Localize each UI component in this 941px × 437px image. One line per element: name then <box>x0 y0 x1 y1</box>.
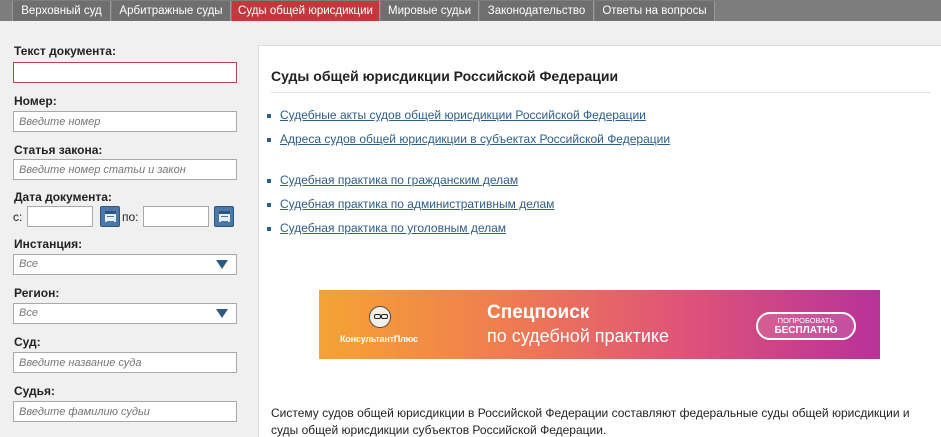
doc-text-label: Текст документа: <box>14 44 116 58</box>
region-select-value: Все <box>19 307 38 319</box>
main-content: Суды общей юрисдикции Российской Федерац… <box>258 45 941 437</box>
region-label: Регион: <box>14 286 60 300</box>
doc-date-label: Дата документа: <box>14 190 112 204</box>
dropdown-arrow-icon <box>216 309 228 318</box>
banner-try-free-button[interactable]: ПОПРОБОВАТЬ БЕСПЛАТНО <box>756 312 856 340</box>
date-from-calendar-button[interactable] <box>100 206 120 227</box>
bullet-icon <box>267 179 271 183</box>
consultant-plus-banner[interactable]: КонсультантПлюс Спецпоиск по судебной пр… <box>319 290 880 359</box>
link-criminal-practice[interactable]: Судебная практика по уголовным делам <box>280 221 506 235</box>
link-civil-practice[interactable]: Судебная практика по гражданским делам <box>280 173 518 187</box>
region-select[interactable]: Все <box>13 303 237 324</box>
banner-logo-text: КонсультантПлюс <box>340 334 418 344</box>
link-court-acts[interactable]: Судебные акты судов общей юрисдикции Рос… <box>280 108 646 122</box>
description-paragraph: Систему судов общей юрисдикции в Российс… <box>271 406 910 437</box>
judge-label: Судья: <box>14 384 56 398</box>
link-court-addresses[interactable]: Адреса судов общей юрисдикции в субъекта… <box>280 132 670 146</box>
calendar-icon <box>219 211 230 222</box>
link-administrative-practice[interactable]: Судебная практика по административным де… <box>280 197 554 211</box>
banner-button-line1: ПОПРОБОВАТЬ <box>777 316 835 325</box>
banner-subline: по судебной практике <box>487 326 670 346</box>
top-nav: Верховный суд Арбитражные суды Суды обще… <box>0 0 941 21</box>
search-sidebar: Текст документа: Номер: Статья закона: Д… <box>0 21 250 437</box>
page-title: Суды общей юрисдикции Российской Федерац… <box>271 68 619 84</box>
number-label: Номер: <box>14 94 57 108</box>
bullet-icon <box>267 138 271 142</box>
banner-headline: Спецпоиск <box>487 302 590 323</box>
bullet-icon <box>267 114 271 118</box>
date-to-calendar-button[interactable] <box>214 206 234 227</box>
judge-input[interactable] <box>13 401 237 422</box>
consultant-plus-logo-icon <box>369 306 391 328</box>
court-input[interactable] <box>13 352 237 373</box>
law-article-input[interactable] <box>13 159 237 180</box>
banner-button-line2: БЕСПЛАТНО <box>774 325 838 336</box>
tab-general-jurisdiction-courts[interactable]: Суды общей юрисдикции <box>232 1 380 21</box>
calendar-icon <box>105 211 116 222</box>
court-label: Суд: <box>14 335 41 349</box>
instance-select[interactable]: Все <box>13 254 237 275</box>
divider <box>271 92 931 93</box>
number-input[interactable] <box>13 111 237 132</box>
tab-supreme-court[interactable]: Верховный суд <box>12 1 111 21</box>
bullet-icon <box>267 203 271 207</box>
dropdown-arrow-icon <box>216 260 228 269</box>
tab-faq[interactable]: Ответы на вопросы <box>595 1 715 21</box>
tab-legislation[interactable]: Законодательство <box>480 1 594 21</box>
tab-magistrates[interactable]: Мировые судьи <box>381 1 479 21</box>
bullet-icon <box>267 227 271 231</box>
doc-text-input[interactable] <box>13 62 237 83</box>
law-article-label: Статья закона: <box>14 143 103 157</box>
date-to-input[interactable] <box>143 206 209 227</box>
date-from-input[interactable] <box>27 206 93 227</box>
date-from-label: с: <box>13 210 23 224</box>
tab-arbitration-courts[interactable]: Арбитражные суды <box>112 1 231 21</box>
instance-select-value: Все <box>19 258 38 270</box>
instance-label: Инстанция: <box>14 237 83 251</box>
date-to-label: по: <box>122 210 139 224</box>
